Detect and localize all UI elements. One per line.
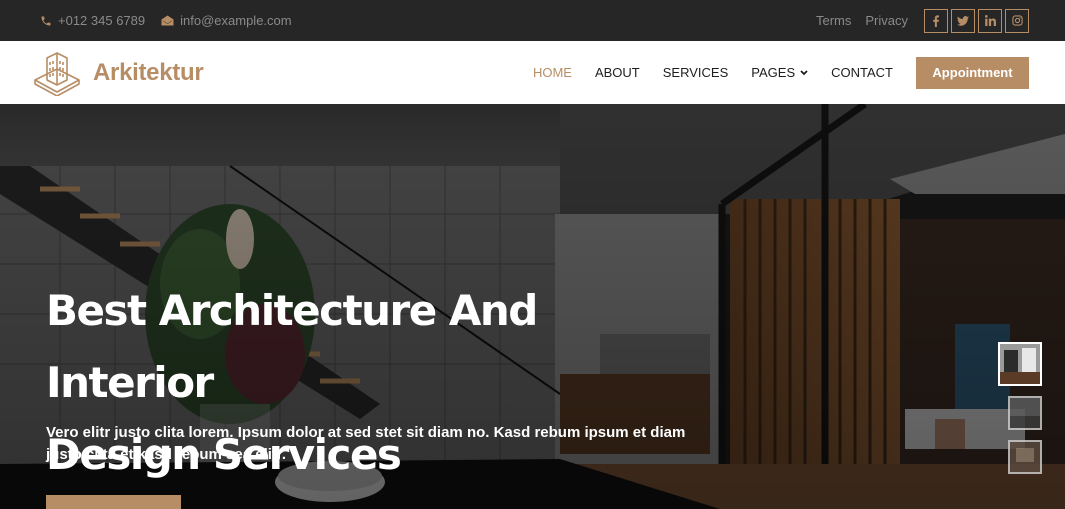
building-logo-icon <box>34 51 80 96</box>
carousel-thumbnail-3[interactable] <box>1008 440 1042 474</box>
nav-pages[interactable]: PAGES <box>751 65 808 80</box>
nav-pages-label: PAGES <box>751 65 796 80</box>
carousel-thumbnail-2[interactable] <box>1008 396 1042 430</box>
nav-menu: HOME ABOUT SERVICES PAGES CONTACT Appoin… <box>510 56 1029 89</box>
phone-icon <box>41 16 51 25</box>
chevron-down-icon <box>800 69 808 75</box>
topbar-right: Terms Privacy <box>816 8 1029 33</box>
privacy-link[interactable]: Privacy <box>865 13 908 28</box>
phone-number: +012 345 6789 <box>58 13 146 28</box>
hero-subtitle: Vero elitr justo clita lorem. Ipsum dolo… <box>46 424 686 463</box>
twitter-icon[interactable] <box>951 8 975 33</box>
nav-home[interactable]: HOME <box>533 65 572 80</box>
contact-info: +012 345 6789 info@example.com <box>40 13 308 28</box>
appointment-button[interactable]: Appointment <box>916 56 1029 89</box>
top-bar: +012 345 6789 info@example.com Terms Pri… <box>0 0 1065 41</box>
phone-contact[interactable]: +012 345 6789 <box>40 13 145 28</box>
instagram-icon[interactable] <box>1005 8 1029 33</box>
hero-carousel: Best Architecture And Interior Design Se… <box>0 104 1065 509</box>
carousel-thumbnail-1[interactable] <box>998 342 1042 386</box>
main-navbar: Arkitektur HOME ABOUT SERVICES PAGES CON… <box>0 41 1065 104</box>
hero-cta-button[interactable] <box>46 495 181 509</box>
nav-about[interactable]: ABOUT <box>595 65 640 80</box>
envelope-icon <box>161 15 174 26</box>
social-links <box>924 8 1029 33</box>
nav-services[interactable]: SERVICES <box>663 65 729 80</box>
email-address: info@example.com <box>180 13 292 28</box>
terms-link[interactable]: Terms <box>816 13 851 28</box>
facebook-icon[interactable] <box>924 8 948 33</box>
nav-contact[interactable]: CONTACT <box>831 65 893 80</box>
email-contact[interactable]: info@example.com <box>161 13 292 28</box>
linkedin-icon[interactable] <box>978 8 1002 33</box>
brand[interactable]: Arkitektur <box>33 50 204 96</box>
hero-title-line-1: Best Architecture And Interior <box>46 286 538 407</box>
carousel-thumbnails <box>998 342 1042 484</box>
brand-name: Arkitektur <box>93 58 204 86</box>
